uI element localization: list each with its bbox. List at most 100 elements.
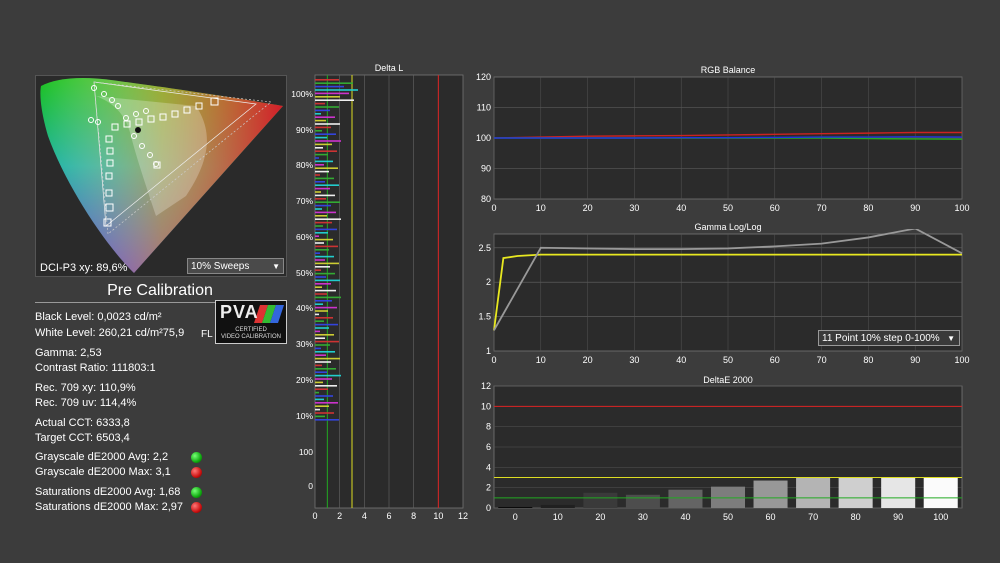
- pva-logo-text: PVA: [220, 302, 259, 322]
- delta-l-bar: [315, 106, 339, 108]
- x-tick-label: 2: [337, 511, 342, 521]
- y-tick-label: 100: [299, 447, 313, 457]
- y-tick-label: 110: [477, 103, 491, 113]
- delta-l-bar: [315, 255, 334, 258]
- x-tick-label: 20: [583, 203, 593, 213]
- delta-l-bar: [315, 378, 332, 380]
- delta-l-bar: [315, 381, 323, 384]
- delta-l-bar: [315, 153, 328, 156]
- delta-l-bar: [315, 286, 322, 288]
- delta-l-bar: [315, 174, 320, 176]
- y-tick-label: 20%: [296, 375, 313, 385]
- pva-video-calibration-text: VIDEO CALIBRATION: [221, 334, 281, 340]
- dci-p3-coverage-label: DCI-P3 xy: 89,6%: [40, 262, 128, 274]
- status-ok-icon: [191, 452, 202, 463]
- x-tick-label: 0: [312, 511, 317, 521]
- delta-l-bar: [315, 266, 330, 268]
- delta-l-bar: [315, 167, 338, 169]
- gamma-chart: 1 1.5 2 2.5 0 10 20 30 40 50 60 70 80 90 100: [478, 229, 970, 365]
- x-tick-label: 50: [723, 203, 733, 213]
- x-tick-label: 0: [491, 355, 496, 365]
- x-tick-label: 60: [770, 355, 780, 365]
- y-tick-label: 1.5: [478, 312, 491, 322]
- delta-l-bar: [315, 320, 324, 322]
- chevron-down-icon: ▼: [947, 334, 955, 343]
- delta-l-bar: [315, 408, 320, 411]
- rgb-balance-chart: 80 90 100 110 120 0 10 20 30 40 50 60 70 80 90 100: [476, 72, 970, 213]
- delta-l-bar: [315, 177, 334, 180]
- delta-l-bar: [315, 245, 338, 248]
- y-tick-label: 90: [481, 164, 491, 174]
- y-tick-label: 10: [481, 401, 491, 411]
- gamma-steps-value: 11 Point 10% step 0-100%: [822, 333, 940, 344]
- x-tick-label: 90: [910, 203, 920, 213]
- y-tick-label: 80%: [296, 160, 313, 170]
- delta-l-bar: [315, 276, 326, 278]
- saturations-max-stat: Saturations dE2000 Max: 2,97: [35, 501, 183, 513]
- delta-l-bar: [315, 89, 358, 91]
- delta-l-bar: [315, 160, 333, 163]
- cie-chromaticity-diagram: DCI-P3 xy: 89,6% 10% Sweeps ▼: [35, 75, 287, 277]
- delta-l-bar: [315, 221, 332, 224]
- delta-l-bar: [315, 293, 327, 295]
- y-tick-label: 120: [476, 72, 491, 82]
- delta-l-bar: [315, 391, 319, 394]
- delta-l-bar: [315, 198, 326, 200]
- x-tick-label: 20: [583, 355, 593, 365]
- sweeps-dropdown[interactable]: 10% Sweeps ▼: [187, 258, 284, 274]
- deltae-bar: [838, 477, 873, 508]
- delta-l-bar: [315, 371, 327, 373]
- delta-l-bar: [315, 218, 341, 220]
- y-tick-label: 4: [486, 462, 491, 472]
- x-tick-label: 8: [411, 511, 416, 521]
- deltae-bar: [881, 477, 916, 508]
- delta-l-bar: [315, 191, 321, 193]
- delta-l-bar: [315, 269, 321, 271]
- delta-l-bar: [315, 252, 320, 254]
- y-tick-label: 0: [486, 503, 491, 513]
- x-tick-label: 6: [386, 511, 391, 521]
- delta-l-bar: [315, 228, 337, 231]
- delta-l-bar: [315, 225, 323, 227]
- x-tick-label: 90: [910, 355, 920, 365]
- x-tick-label: 80: [863, 355, 873, 365]
- pva-certified-logo: PVA CERTIFIED VIDEO CALIBRATION: [215, 300, 287, 344]
- delta-l-bar: [315, 323, 338, 326]
- white-level-unit: FL: [201, 329, 213, 340]
- cie-plot: [40, 78, 284, 273]
- deltae-2000-chart: 0 2 4 6 8 10 12 0 10 20 30 40 50 60 70 80 90 100: [481, 382, 963, 522]
- pva-certified-text: CERTIFIED: [235, 327, 267, 333]
- deltae-bar: [583, 492, 618, 508]
- delta-l-bar: [315, 361, 331, 363]
- gamma-steps-dropdown[interactable]: 11 Point 10% step 0-100% ▼: [818, 330, 960, 346]
- x-tick-label: 90: [893, 512, 903, 522]
- x-tick-label: 30: [629, 355, 639, 365]
- x-tick-label: 4: [362, 511, 367, 521]
- delta-l-bar: [315, 232, 328, 234]
- delta-l-bar: [315, 211, 336, 214]
- x-tick-label: 20: [595, 512, 605, 522]
- delta-l-bar: [315, 374, 341, 377]
- target-cct-stat: Target CCT: 6503,4: [35, 432, 130, 444]
- x-tick-label: 50: [723, 355, 733, 365]
- x-tick-label: 100: [954, 355, 969, 365]
- delta-l-bar: [315, 123, 340, 125]
- delta-l-bar: [315, 412, 334, 414]
- delta-l-bar: [315, 147, 323, 149]
- delta-l-bar: [315, 262, 339, 265]
- delta-l-bar: [315, 143, 332, 146]
- delta-l-bar: [315, 283, 331, 285]
- delta-l-bar: [315, 340, 339, 343]
- deltae-bar: [710, 486, 746, 508]
- delta-l-bar: [315, 272, 335, 275]
- x-tick-label: 40: [676, 355, 686, 365]
- y-tick-label: 60%: [296, 232, 313, 242]
- delta-l-bar: [315, 208, 322, 210]
- delta-l-bar: [315, 242, 324, 244]
- delta-l-bar: [315, 82, 353, 84]
- delta-l-bar: [315, 157, 319, 159]
- delta-l-bar: [315, 296, 341, 299]
- y-tick-label: 0: [308, 481, 313, 491]
- delta-l-bar: [315, 235, 319, 237]
- x-tick-label: 30: [638, 512, 648, 522]
